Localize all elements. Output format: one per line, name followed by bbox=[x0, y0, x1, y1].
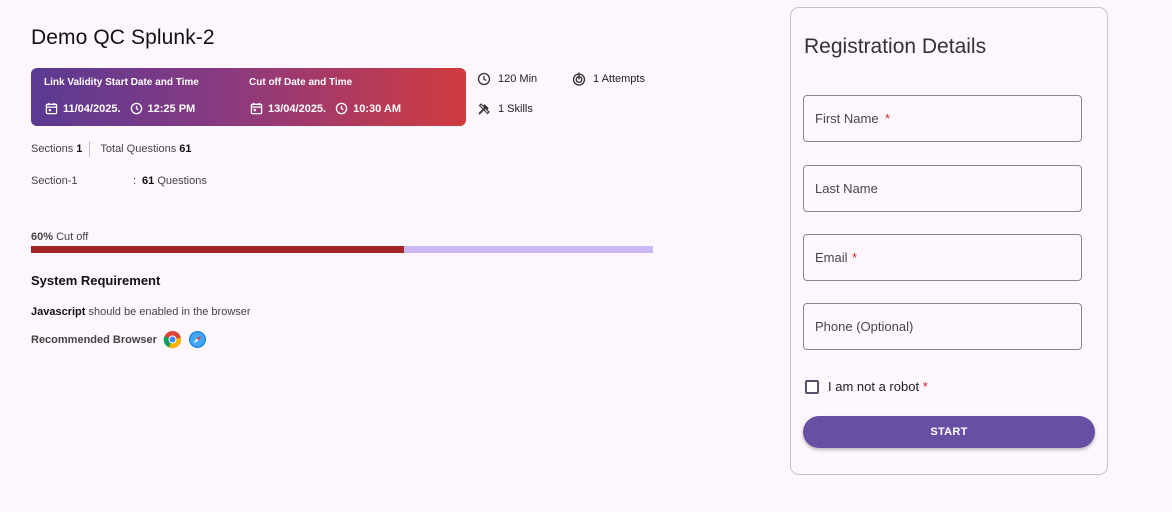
robot-label: I am not a robot * bbox=[828, 379, 928, 394]
registration-card: Registration Details * * I am not a robo… bbox=[790, 7, 1108, 475]
robot-check[interactable]: I am not a robot * bbox=[805, 379, 928, 394]
duration-meta: 120 Min bbox=[477, 72, 537, 86]
attempts-meta: 1 Attempts bbox=[572, 72, 645, 86]
start-button[interactable]: START bbox=[803, 416, 1095, 448]
start-date: 11/04/2025. 12:25 PM bbox=[45, 102, 195, 115]
calendar-icon bbox=[250, 102, 263, 115]
section-colon: : bbox=[133, 175, 137, 187]
sections-summary: Sections 1 Total Questions 61 bbox=[31, 141, 192, 157]
start-time-value: 12:25 PM bbox=[147, 102, 196, 115]
section-row: Section-1 : 61 Questions bbox=[31, 175, 207, 187]
attempts-value: 1 Attempts bbox=[593, 73, 645, 85]
required-marker: * bbox=[922, 379, 928, 394]
section-question-count: 61 bbox=[142, 175, 155, 187]
target-icon bbox=[572, 72, 586, 86]
questions-count: 61 bbox=[179, 143, 192, 155]
robot-checkbox[interactable] bbox=[805, 379, 819, 394]
registration-title: Registration Details bbox=[804, 35, 987, 58]
cutoff-date-value: 13/04/2025. bbox=[268, 102, 327, 115]
recommended-browser-row: Recommended Browser bbox=[31, 330, 207, 349]
section-question-unit: Questions bbox=[157, 175, 207, 187]
first-name-input[interactable] bbox=[804, 96, 1081, 141]
start-date-label: Link Validity Start Date and Time bbox=[44, 77, 199, 88]
last-name-input[interactable] bbox=[804, 166, 1081, 211]
cutoff-time-value: 10:30 AM bbox=[353, 102, 402, 115]
cutoff-date-label: Cut off Date and Time bbox=[249, 77, 353, 88]
duration-value: 120 Min bbox=[498, 73, 538, 85]
system-requirement-heading: System Requirement bbox=[31, 273, 161, 288]
test-info-panel: Demo QC Splunk-2 Link Validity Start Dat… bbox=[31, 0, 671, 512]
chrome-icon bbox=[163, 330, 182, 349]
email-input[interactable] bbox=[804, 235, 1081, 280]
javascript-rest: should be enabled in the browser bbox=[88, 306, 251, 318]
recommended-browser-label: Recommended Browser bbox=[31, 333, 157, 346]
javascript-note: Javascript should be enabled in the brow… bbox=[31, 306, 251, 318]
section-name: Section-1 bbox=[31, 175, 78, 187]
cutoff-label: 60% Cut off bbox=[31, 231, 88, 243]
cutoff-progress-bar bbox=[31, 246, 653, 253]
cutoff-percent: 60% bbox=[31, 231, 54, 243]
phone-input[interactable] bbox=[804, 304, 1081, 349]
calendar-icon bbox=[45, 102, 58, 115]
questions-label: Total Questions bbox=[100, 143, 177, 155]
clock-icon bbox=[477, 72, 491, 86]
start-date-value: 11/04/2025. bbox=[63, 102, 121, 115]
first-name-field[interactable]: * bbox=[803, 95, 1082, 142]
safari-icon bbox=[188, 330, 206, 349]
skills-meta: 1 Skills bbox=[477, 102, 533, 116]
tools-icon bbox=[478, 103, 490, 115]
page-title: Demo QC Splunk-2 bbox=[31, 26, 215, 49]
summary-divider bbox=[89, 141, 91, 157]
sections-count: 1 bbox=[76, 143, 83, 155]
cutoff-progress-fill bbox=[31, 246, 405, 253]
javascript-bold: Javascript bbox=[31, 306, 86, 318]
clock-icon bbox=[335, 102, 348, 115]
cutoff-date: 13/04/2025. 10:30 AM bbox=[250, 102, 401, 115]
email-field[interactable]: * bbox=[803, 234, 1082, 281]
phone-field[interactable] bbox=[803, 303, 1082, 350]
sections-label: Sections bbox=[31, 143, 74, 155]
date-banner: Link Validity Start Date and Time Cut of… bbox=[31, 68, 466, 126]
skills-value: 1 Skills bbox=[498, 103, 533, 115]
section-questions: 61 Questions bbox=[142, 175, 207, 187]
last-name-field[interactable] bbox=[803, 165, 1082, 212]
cutoff-text: Cut off bbox=[56, 231, 89, 243]
clock-icon bbox=[130, 102, 142, 115]
